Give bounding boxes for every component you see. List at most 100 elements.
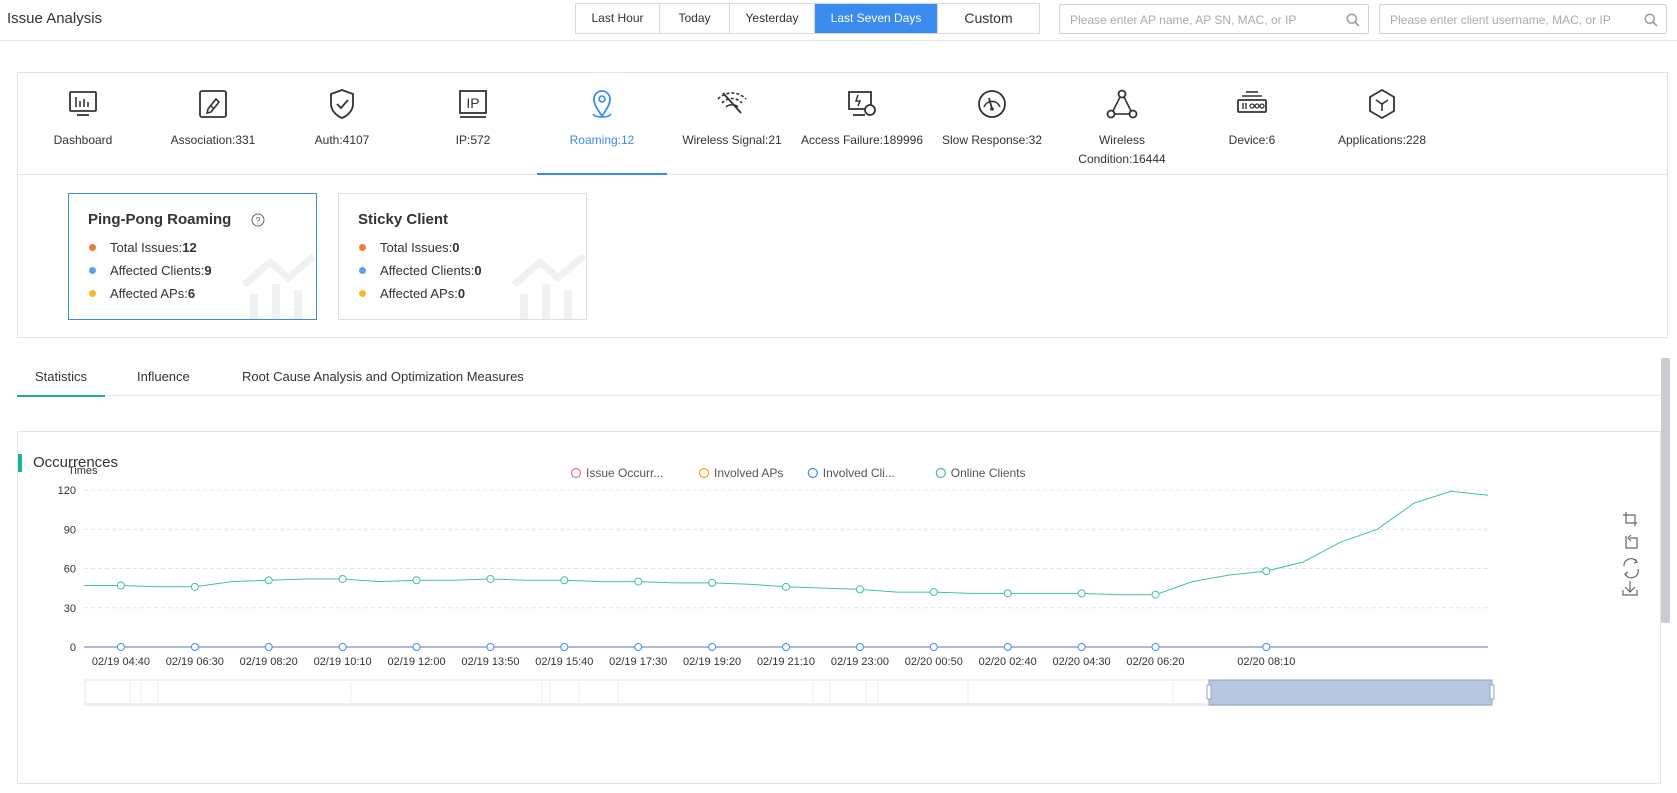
data-point bbox=[190, 643, 199, 651]
zoom-selected-range bbox=[1208, 679, 1493, 706]
shield-check-icon bbox=[330, 89, 354, 119]
chart-watermark-icon bbox=[242, 253, 316, 319]
zoom-handle-right-icon bbox=[1489, 684, 1495, 700]
nav-label: Wireless Condition:16444 bbox=[1078, 133, 1166, 166]
legend-marker-icon bbox=[935, 467, 946, 479]
chart-watermark-icon bbox=[512, 253, 586, 319]
data-point bbox=[116, 581, 125, 590]
stat-total-issues: Total Issues:0 bbox=[359, 240, 460, 255]
y-tick-label: 0 bbox=[70, 642, 76, 654]
x-tick-label: 02/19 15:40 bbox=[535, 656, 593, 668]
ap-search-input[interactable] bbox=[1068, 11, 1342, 29]
data-point bbox=[560, 576, 569, 585]
time-custom-button[interactable]: Custom bbox=[938, 4, 1039, 33]
y-tick-label: 120 bbox=[58, 485, 76, 497]
card-title: Ping-Pong Roaming bbox=[88, 211, 232, 228]
y-axis-label: Times bbox=[68, 465, 98, 477]
legend-marker-icon bbox=[570, 467, 582, 479]
nav-item-access-failure[interactable]: Access Failure:189996 bbox=[797, 73, 927, 174]
top-bar: Issue Analysis Last Hour Today Yesterday… bbox=[0, 0, 1677, 41]
nav-item-roaming[interactable]: Roaming:12 bbox=[537, 73, 667, 175]
data-point bbox=[1003, 643, 1012, 651]
data-point bbox=[1077, 643, 1086, 651]
data-point bbox=[190, 582, 199, 591]
data-point bbox=[1262, 567, 1271, 576]
legend-label: Issue Occurr... bbox=[586, 466, 663, 480]
nav-item-applications[interactable]: Applications:228 bbox=[1317, 73, 1447, 174]
data-point bbox=[412, 643, 421, 651]
y-tick-label: 30 bbox=[64, 603, 76, 615]
data-point bbox=[264, 576, 273, 585]
stat-affected-aps: Affected APs:6 bbox=[89, 286, 195, 301]
data-point bbox=[1151, 643, 1160, 651]
help-icon[interactable]: ? bbox=[251, 213, 265, 227]
blue-dot-icon bbox=[359, 267, 366, 274]
data-point bbox=[1077, 589, 1086, 598]
time-last-hour-button[interactable]: Last Hour bbox=[576, 4, 660, 33]
x-tick-label: 02/19 21:10 bbox=[757, 656, 815, 668]
zoom-select-icon[interactable] bbox=[1623, 510, 1637, 526]
nav-item-association[interactable]: Association:331 bbox=[148, 73, 278, 174]
x-tick-label: 02/19 23:00 bbox=[831, 656, 889, 668]
x-tick-label: 02/19 13:50 bbox=[461, 656, 519, 668]
time-range-selector: Last Hour Today Yesterday Last Seven Day… bbox=[575, 3, 1040, 34]
data-point bbox=[338, 643, 347, 651]
zoom-reset-icon[interactable] bbox=[1625, 534, 1638, 549]
ip-icon: IP bbox=[459, 90, 487, 118]
data-zoom-slider bbox=[84, 679, 1495, 706]
data-point bbox=[929, 643, 938, 651]
zoom-handle-left-icon bbox=[1206, 684, 1212, 700]
y-tick-label: 60 bbox=[64, 564, 76, 576]
search-icon[interactable] bbox=[1346, 13, 1360, 27]
issue-category-panel: Dashboard Association:331 Auth:4107 IP I… bbox=[17, 72, 1668, 338]
tab-influence[interactable]: Influence bbox=[137, 359, 190, 395]
issue-category-nav: Dashboard Association:331 Auth:4107 IP I… bbox=[18, 73, 1667, 175]
nav-item-dashboard[interactable]: Dashboard bbox=[18, 73, 148, 174]
stat-total-issues: Total Issues:12 bbox=[89, 240, 197, 255]
orange-dot-icon bbox=[89, 244, 96, 251]
client-search-box bbox=[1379, 4, 1667, 34]
nav-item-slow-response[interactable]: Slow Response:32 bbox=[927, 73, 1057, 174]
search-icon[interactable] bbox=[1644, 13, 1658, 27]
tab-statistics[interactable]: Statistics bbox=[17, 359, 105, 397]
svg-text:?: ? bbox=[255, 216, 260, 226]
yellow-dot-icon bbox=[359, 290, 366, 297]
stat-affected-clients: Affected Clients:0 bbox=[359, 263, 482, 278]
nav-item-wireless-signal[interactable]: Wireless Signal:21 bbox=[667, 73, 797, 174]
x-tick-label: 02/19 19:20 bbox=[683, 656, 741, 668]
chart-legend: Issue Occurr... Involved APs Involved Cli.… bbox=[570, 466, 1026, 480]
nav-label: Wireless Signal:21 bbox=[682, 133, 782, 147]
nav-item-ip[interactable]: IP IP:572 bbox=[408, 73, 538, 174]
nav-item-wireless-condition[interactable]: Wireless Condition:16444 bbox=[1057, 73, 1187, 174]
x-tick-label: 02/19 04:40 bbox=[92, 656, 150, 668]
occurrences-panel: Occurrences 0 30 60 90 120 Times 02/19 04:40 02… bbox=[17, 431, 1661, 784]
data-point bbox=[486, 643, 495, 651]
location-pin-icon bbox=[592, 90, 612, 118]
time-today-button[interactable]: Today bbox=[660, 4, 730, 33]
nav-label: Device:6 bbox=[1228, 133, 1276, 147]
sticky-client-card[interactable]: Sticky Client Total Issues:0 Affected Cl… bbox=[338, 193, 587, 320]
client-search-input[interactable] bbox=[1388, 11, 1640, 29]
nav-label: IP:572 bbox=[455, 133, 491, 147]
x-tick-label: 02/20 00:50 bbox=[905, 656, 963, 668]
nav-item-auth[interactable]: Auth:4107 bbox=[277, 73, 407, 174]
download-icon[interactable] bbox=[1622, 581, 1638, 596]
cube-icon bbox=[1369, 88, 1395, 120]
time-last-seven-days-button[interactable]: Last Seven Days bbox=[815, 4, 938, 33]
nav-label: Slow Response:32 bbox=[941, 133, 1043, 147]
time-yesterday-button[interactable]: Yesterday bbox=[730, 4, 815, 33]
refresh-icon[interactable] bbox=[1623, 558, 1639, 579]
tab-root-cause-analysis[interactable]: Root Cause Analysis and Optimization Mea… bbox=[242, 359, 524, 395]
data-point bbox=[634, 577, 643, 586]
x-tick-label: 02/20 06:20 bbox=[1126, 656, 1184, 668]
x-tick-label: 02/19 06:30 bbox=[166, 656, 224, 668]
ping-pong-roaming-card[interactable]: Ping-Pong Roaming ? Total Issues:12 Affe… bbox=[68, 193, 317, 320]
nav-item-device[interactable]: Device:6 bbox=[1187, 73, 1317, 174]
series-line bbox=[84, 490, 1489, 596]
chart-axes: 0 30 60 90 120 Times 02/19 04:40 02/19 06:30 02/… bbox=[58, 465, 1488, 668]
data-point bbox=[782, 643, 790, 651]
topology-icon bbox=[1106, 89, 1138, 119]
legend-marker-icon bbox=[807, 467, 818, 479]
page-scrollbar[interactable] bbox=[1661, 358, 1670, 623]
data-point bbox=[116, 643, 125, 651]
